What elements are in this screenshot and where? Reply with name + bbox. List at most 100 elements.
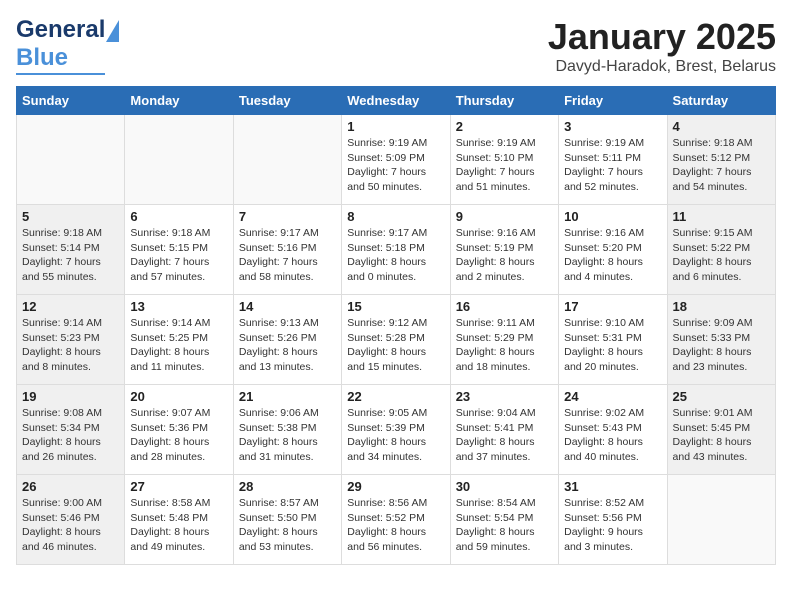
logo-blue: Blue	[16, 44, 68, 72]
weekday-header-thursday: Thursday	[450, 87, 558, 115]
cell-info: Sunrise: 9:17 AM Sunset: 5:16 PM Dayligh…	[239, 226, 336, 285]
calendar-cell: 21Sunrise: 9:06 AM Sunset: 5:38 PM Dayli…	[233, 385, 341, 475]
day-number: 7	[239, 209, 336, 224]
weekday-header-saturday: Saturday	[667, 87, 775, 115]
weekday-header-tuesday: Tuesday	[233, 87, 341, 115]
cell-info: Sunrise: 9:09 AM Sunset: 5:33 PM Dayligh…	[673, 316, 770, 375]
cell-info: Sunrise: 9:12 AM Sunset: 5:28 PM Dayligh…	[347, 316, 444, 375]
cell-info: Sunrise: 9:01 AM Sunset: 5:45 PM Dayligh…	[673, 406, 770, 465]
cell-info: Sunrise: 8:56 AM Sunset: 5:52 PM Dayligh…	[347, 496, 444, 555]
cell-info: Sunrise: 9:19 AM Sunset: 5:09 PM Dayligh…	[347, 136, 444, 195]
weekday-header-wednesday: Wednesday	[342, 87, 450, 115]
day-number: 16	[456, 299, 553, 314]
day-number: 9	[456, 209, 553, 224]
day-number: 20	[130, 389, 227, 404]
calendar-cell: 5Sunrise: 9:18 AM Sunset: 5:14 PM Daylig…	[17, 205, 125, 295]
cell-info: Sunrise: 9:17 AM Sunset: 5:18 PM Dayligh…	[347, 226, 444, 285]
cell-info: Sunrise: 9:18 AM Sunset: 5:12 PM Dayligh…	[673, 136, 770, 195]
day-number: 11	[673, 209, 770, 224]
day-number: 27	[130, 479, 227, 494]
calendar-cell: 26 Sunrise: 9:00 AM Sunset: 5:46 PM Dayli…	[17, 475, 125, 565]
cell-info: Sunrise: 9:13 AM Sunset: 5:26 PM Dayligh…	[239, 316, 336, 375]
day-number: 1	[347, 119, 444, 134]
calendar-cell: 14Sunrise: 9:13 AM Sunset: 5:26 PM Dayli…	[233, 295, 341, 385]
cell-info: Sunrise: 9:19 AM Sunset: 5:11 PM Dayligh…	[564, 136, 661, 195]
day-number: 23	[456, 389, 553, 404]
cell-info: Sunrise: 9:11 AM Sunset: 5:29 PM Dayligh…	[456, 316, 553, 375]
calendar-cell: 24Sunrise: 9:02 AM Sunset: 5:43 PM Dayli…	[559, 385, 667, 475]
cell-info: Sunrise: 9:05 AM Sunset: 5:39 PM Dayligh…	[347, 406, 444, 465]
calendar-cell: 31Sunrise: 8:52 AM Sunset: 5:56 PM Dayli…	[559, 475, 667, 565]
cell-info: Sunrise: 9:10 AM Sunset: 5:31 PM Dayligh…	[564, 316, 661, 375]
calendar-subtitle: Davyd-Haradok, Brest, Belarus	[548, 58, 776, 76]
cell-info: Sunrise: 8:58 AM Sunset: 5:48 PM Dayligh…	[130, 496, 227, 555]
calendar-cell: 12Sunrise: 9:14 AM Sunset: 5:23 PM Dayli…	[17, 295, 125, 385]
day-number: 10	[564, 209, 661, 224]
day-number: 3	[564, 119, 661, 134]
calendar-cell: 30 Sunrise: 8:54 AM Sunset: 5:54 PM Dayli…	[450, 475, 558, 565]
calendar-cell: 1 Sunrise: 9:19 AM Sunset: 5:09 PM Daylig…	[342, 115, 450, 205]
calendar-cell: 18 Sunrise: 9:09 AM Sunset: 5:33 PM Dayli…	[667, 295, 775, 385]
calendar-week-2: 5Sunrise: 9:18 AM Sunset: 5:14 PM Daylig…	[17, 205, 776, 295]
cell-info: Sunrise: 9:14 AM Sunset: 5:23 PM Dayligh…	[22, 316, 119, 375]
calendar-cell: 16 Sunrise: 9:11 AM Sunset: 5:29 PM Dayli…	[450, 295, 558, 385]
calendar-week-4: 19 Sunrise: 9:08 AM Sunset: 5:34 PM Dayli…	[17, 385, 776, 475]
calendar-cell: 9Sunrise: 9:16 AM Sunset: 5:19 PM Daylig…	[450, 205, 558, 295]
title-area: January 2025 Davyd-Haradok, Brest, Belar…	[548, 16, 776, 76]
calendar-title: January 2025	[548, 16, 776, 58]
calendar-cell: 20 Sunrise: 9:07 AM Sunset: 5:36 PM Dayli…	[125, 385, 233, 475]
calendar-week-3: 12Sunrise: 9:14 AM Sunset: 5:23 PM Dayli…	[17, 295, 776, 385]
day-number: 5	[22, 209, 119, 224]
calendar-cell: 3 Sunrise: 9:19 AM Sunset: 5:11 PM Daylig…	[559, 115, 667, 205]
page-header: General Blue January 2025 Davyd-Haradok,…	[16, 16, 776, 76]
calendar-cell: 7 Sunrise: 9:17 AM Sunset: 5:16 PM Daylig…	[233, 205, 341, 295]
cell-info: Sunrise: 9:02 AM Sunset: 5:43 PM Dayligh…	[564, 406, 661, 465]
cell-info: Sunrise: 8:54 AM Sunset: 5:54 PM Dayligh…	[456, 496, 553, 555]
day-number: 15	[347, 299, 444, 314]
logo-general: General	[16, 16, 105, 43]
day-number: 29	[347, 479, 444, 494]
day-number: 2	[456, 119, 553, 134]
calendar-cell: 2 Sunrise: 9:19 AM Sunset: 5:10 PM Daylig…	[450, 115, 558, 205]
calendar-cell: 22 Sunrise: 9:05 AM Sunset: 5:39 PM Dayli…	[342, 385, 450, 475]
calendar-table: SundayMondayTuesdayWednesdayThursdayFrid…	[16, 86, 776, 565]
calendar-cell: 4 Sunrise: 9:18 AM Sunset: 5:12 PM Daylig…	[667, 115, 775, 205]
calendar-cell: 10 Sunrise: 9:16 AM Sunset: 5:20 PM Dayli…	[559, 205, 667, 295]
calendar-cell	[233, 115, 341, 205]
day-number: 28	[239, 479, 336, 494]
weekday-header-monday: Monday	[125, 87, 233, 115]
cell-info: Sunrise: 9:00 AM Sunset: 5:46 PM Dayligh…	[22, 496, 119, 555]
day-number: 17	[564, 299, 661, 314]
cell-info: Sunrise: 9:04 AM Sunset: 5:41 PM Dayligh…	[456, 406, 553, 465]
day-number: 22	[347, 389, 444, 404]
calendar-cell: 17 Sunrise: 9:10 AM Sunset: 5:31 PM Dayli…	[559, 295, 667, 385]
weekday-header-row: SundayMondayTuesdayWednesdayThursdayFrid…	[17, 87, 776, 115]
calendar-week-5: 26 Sunrise: 9:00 AM Sunset: 5:46 PM Dayli…	[17, 475, 776, 565]
cell-info: Sunrise: 9:19 AM Sunset: 5:10 PM Dayligh…	[456, 136, 553, 195]
day-number: 26	[22, 479, 119, 494]
weekday-header-friday: Friday	[559, 87, 667, 115]
day-number: 13	[130, 299, 227, 314]
calendar-cell: 6Sunrise: 9:18 AM Sunset: 5:15 PM Daylig…	[125, 205, 233, 295]
calendar-cell: 13 Sunrise: 9:14 AM Sunset: 5:25 PM Dayli…	[125, 295, 233, 385]
day-number: 6	[130, 209, 227, 224]
day-number: 18	[673, 299, 770, 314]
calendar-cell: 28 Sunrise: 8:57 AM Sunset: 5:50 PM Dayli…	[233, 475, 341, 565]
cell-info: Sunrise: 9:08 AM Sunset: 5:34 PM Dayligh…	[22, 406, 119, 465]
day-number: 19	[22, 389, 119, 404]
calendar-cell: 8Sunrise: 9:17 AM Sunset: 5:18 PM Daylig…	[342, 205, 450, 295]
cell-info: Sunrise: 9:16 AM Sunset: 5:20 PM Dayligh…	[564, 226, 661, 285]
cell-info: Sunrise: 9:14 AM Sunset: 5:25 PM Dayligh…	[130, 316, 227, 375]
day-number: 31	[564, 479, 661, 494]
calendar-cell: 11Sunrise: 9:15 AM Sunset: 5:22 PM Dayli…	[667, 205, 775, 295]
cell-info: Sunrise: 9:07 AM Sunset: 5:36 PM Dayligh…	[130, 406, 227, 465]
calendar-cell: 29 Sunrise: 8:56 AM Sunset: 5:52 PM Dayli…	[342, 475, 450, 565]
day-number: 30	[456, 479, 553, 494]
day-number: 21	[239, 389, 336, 404]
calendar-cell	[17, 115, 125, 205]
day-number: 4	[673, 119, 770, 134]
cell-info: Sunrise: 8:57 AM Sunset: 5:50 PM Dayligh…	[239, 496, 336, 555]
day-number: 25	[673, 389, 770, 404]
calendar-cell: 23 Sunrise: 9:04 AM Sunset: 5:41 PM Dayli…	[450, 385, 558, 475]
calendar-cell	[125, 115, 233, 205]
